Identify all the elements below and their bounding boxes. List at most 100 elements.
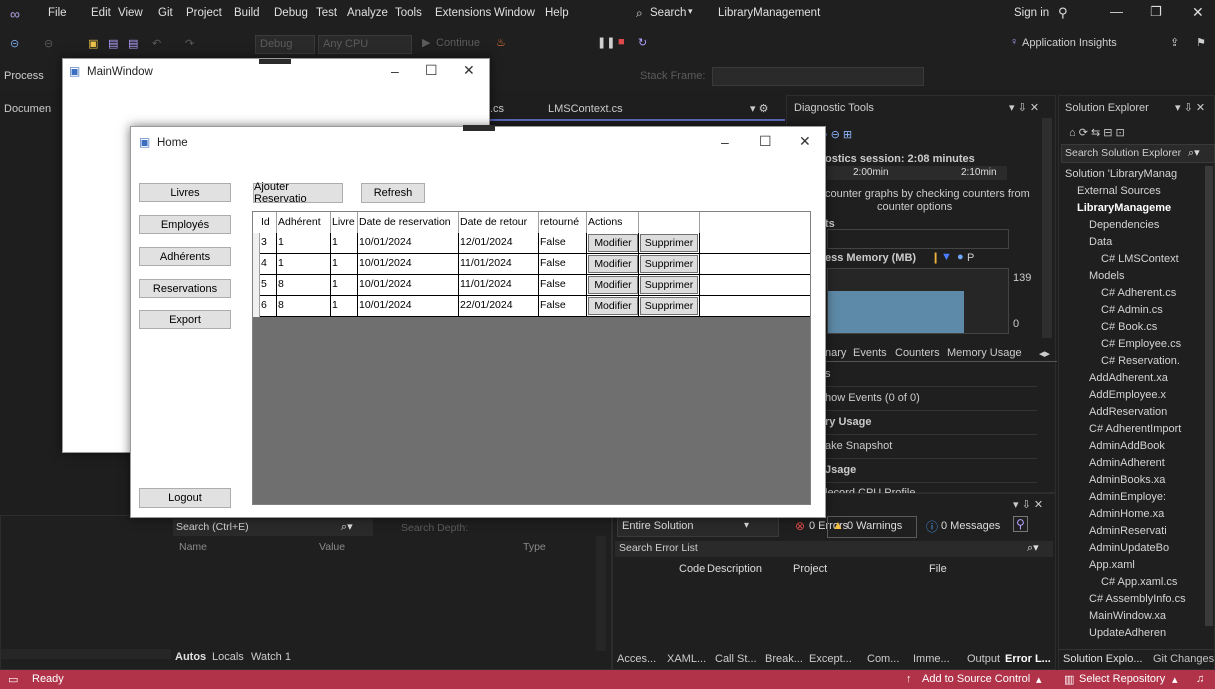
- menu-item-extensions[interactable]: Extensions: [435, 7, 491, 19]
- tab-locals[interactable]: Locals: [212, 651, 244, 663]
- solution-tree-item[interactable]: AdminUpdateBo: [1089, 542, 1169, 554]
- document-outline-label[interactable]: Documen: [4, 103, 51, 115]
- panel-pin-icon[interactable]: ▾ ⇩ ✕: [1175, 101, 1205, 114]
- add-source-control-button[interactable]: Add to Source Control: [922, 673, 1030, 685]
- bottom-tab[interactable]: Imme...: [913, 653, 950, 665]
- modify-button[interactable]: Modifier: [588, 234, 638, 252]
- minimize-icon[interactable]: —: [1110, 4, 1123, 19]
- solution-tree-item[interactable]: UpdateAdheren: [1089, 627, 1166, 639]
- platform-dropdown[interactable]: Any CPU: [318, 35, 412, 54]
- solution-tree-item[interactable]: AdminAddBook: [1089, 440, 1165, 452]
- solution-tree-item[interactable]: AdminHome.xa: [1089, 508, 1164, 520]
- panel-pin-icon[interactable]: ▾ ⇩ ✕: [1009, 101, 1039, 114]
- autos-search-box[interactable]: Search (Ctrl+E) ⌕▾: [173, 519, 373, 536]
- solution-tree-item[interactable]: C# App.xaml.cs: [1101, 576, 1177, 588]
- close-icon[interactable]: ✕: [463, 62, 475, 79]
- minimize-icon[interactable]: –: [721, 134, 729, 150]
- grid-column-header[interactable]: Adhérent: [278, 216, 321, 228]
- tab-counters[interactable]: Counters: [895, 347, 940, 359]
- modify-button[interactable]: Modifier: [588, 276, 638, 294]
- solution-tree-item[interactable]: AdminEmploye:: [1089, 491, 1166, 503]
- refresh-button[interactable]: Refresh: [361, 183, 425, 203]
- menu-item-build[interactable]: Build: [234, 7, 260, 19]
- app-insights-button[interactable]: Application Insights: [1022, 37, 1117, 49]
- menu-item-help[interactable]: Help: [545, 7, 569, 19]
- menu-item-window[interactable]: Window: [494, 7, 535, 19]
- new-item-icon[interactable]: ▣: [88, 37, 98, 50]
- restart-icon[interactable]: ↻: [638, 36, 647, 49]
- autos-scrollbar[interactable]: [596, 536, 606, 651]
- grid-column-header[interactable]: Date de reservation: [359, 216, 451, 228]
- tab-summary[interactable]: nary: [825, 347, 846, 359]
- nav-button-3[interactable]: Adhérents: [139, 247, 231, 266]
- grid-column-header[interactable]: retourné: [540, 216, 579, 228]
- bottom-tab[interactable]: Error L...: [1005, 653, 1051, 665]
- menu-item-debug[interactable]: Debug: [274, 7, 308, 19]
- close-icon[interactable]: ✕: [799, 133, 811, 150]
- search-menu[interactable]: Search: [650, 7, 686, 19]
- app-insights-icon[interactable]: ♀: [1010, 36, 1018, 48]
- solution-tree-item[interactable]: Solution 'LibraryManag: [1065, 168, 1177, 180]
- solution-tree-item[interactable]: C# Adherent.cs: [1101, 287, 1176, 299]
- modify-button[interactable]: Modifier: [588, 255, 638, 273]
- solution-tree-item[interactable]: AddReservation: [1089, 406, 1167, 418]
- save-icon[interactable]: ▤: [108, 37, 118, 50]
- delete-button[interactable]: Supprimer: [640, 234, 698, 252]
- continue-button[interactable]: Continue: [436, 37, 480, 49]
- feedback-icon[interactable]: ⚑: [1196, 36, 1206, 49]
- tab-scroll-icon[interactable]: ◂▸: [1039, 347, 1050, 360]
- minimize-icon[interactable]: –: [391, 63, 399, 79]
- diagnostic-scrollbar[interactable]: [1042, 118, 1052, 338]
- maximize-icon[interactable]: ☐: [425, 62, 438, 79]
- stack-frame-dropdown[interactable]: [712, 67, 924, 86]
- menu-item-test[interactable]: Test: [316, 7, 337, 19]
- nav-button-2[interactable]: Employés: [139, 215, 231, 234]
- col-code[interactable]: Code: [679, 563, 705, 575]
- grid-column-header[interactable]: Livre: [332, 216, 355, 228]
- restore-icon[interactable]: ❐: [1150, 4, 1162, 20]
- menu-item-git[interactable]: Git: [158, 7, 173, 19]
- error-search-box[interactable]: Search Error List ⌕▾: [615, 541, 1053, 557]
- solution-tree-item[interactable]: LibraryManageme: [1077, 202, 1171, 214]
- notifications-icon[interactable]: ♫: [1196, 673, 1204, 685]
- tab-overflow-icon[interactable]: ▾ ⚙: [750, 102, 768, 115]
- nav-button-4[interactable]: Reservations: [139, 279, 231, 298]
- solution-tree-item[interactable]: AddEmployee.x: [1089, 389, 1166, 401]
- solution-tree-item[interactable]: AddAdherent.xa: [1089, 372, 1168, 384]
- bottom-tab[interactable]: Except...: [809, 653, 852, 665]
- grid-column-header[interactable]: Actions: [588, 216, 622, 228]
- solution-tree-item[interactable]: AdminReservati: [1089, 525, 1167, 537]
- autos-hscrollbar[interactable]: [1, 649, 171, 659]
- tab-memory-usage[interactable]: Memory Usage: [947, 347, 1022, 359]
- grid-column-header[interactable]: Id: [261, 216, 270, 228]
- close-icon[interactable]: ✕: [1192, 4, 1204, 21]
- add-reservation-button[interactable]: Ajouter Reservatio: [253, 181, 343, 205]
- solution-tree-item[interactable]: AdminBooks.xa: [1089, 474, 1165, 486]
- diagnostic-row[interactable]: Jsage: [825, 464, 856, 476]
- delete-button[interactable]: Supprimer: [640, 276, 698, 294]
- diagnostic-row[interactable]: ake Snapshot: [825, 440, 892, 452]
- bottom-tab[interactable]: XAML...: [667, 653, 706, 665]
- filter-icon[interactable]: ⚲: [1013, 516, 1028, 532]
- menu-item-analyze[interactable]: Analyze: [347, 7, 388, 19]
- solution-tree-item[interactable]: C# Reservation.: [1101, 355, 1180, 367]
- delete-button[interactable]: Supprimer: [640, 297, 698, 315]
- menu-item-view[interactable]: View: [118, 7, 143, 19]
- undo-icon[interactable]: ↶: [152, 37, 161, 50]
- solution-tree-item[interactable]: C# AssemblyInfo.cs: [1089, 593, 1186, 605]
- grid-column-header[interactable]: Date de retour: [460, 216, 527, 228]
- menu-item-edit[interactable]: Edit: [91, 7, 111, 19]
- solution-tree-item[interactable]: Data: [1089, 236, 1112, 248]
- solution-tree-item[interactable]: Models: [1089, 270, 1124, 282]
- col-file[interactable]: File: [929, 563, 947, 575]
- play-icon[interactable]: ▶: [422, 36, 430, 49]
- account-icon[interactable]: ⚲: [1058, 5, 1068, 21]
- tab-git-changes[interactable]: Git Changes: [1153, 653, 1214, 665]
- solution-search-box[interactable]: Search Solution Explorer ⌕▾: [1061, 144, 1215, 163]
- solution-tree-item[interactable]: C# Admin.cs: [1101, 304, 1163, 316]
- bottom-tab[interactable]: Output: [967, 653, 1000, 665]
- bottom-tab[interactable]: Break...: [765, 653, 803, 665]
- stop-icon[interactable]: ■: [618, 36, 625, 48]
- panel-pin-icon[interactable]: ▾ ⇩ ✕: [1013, 498, 1043, 511]
- error-search-input[interactable]: Search Error List: [619, 542, 698, 554]
